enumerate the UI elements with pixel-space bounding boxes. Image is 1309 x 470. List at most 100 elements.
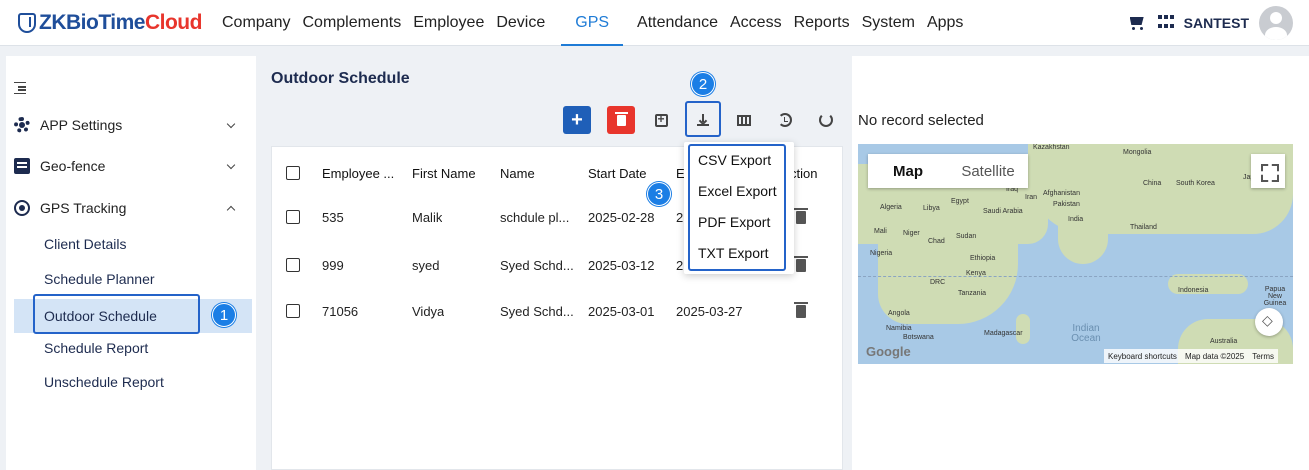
logo-text-main: ZKBioTime — [39, 11, 145, 34]
map-label: Thailand — [1130, 224, 1157, 231]
row-checkbox[interactable] — [286, 304, 300, 318]
cell-employee: 71056 — [322, 303, 359, 319]
select-all-checkbox[interactable] — [286, 166, 300, 180]
top-bar: ZKBioTime Cloud Company Complements Emplo… — [0, 0, 1309, 46]
nav-device[interactable]: Device — [490, 0, 551, 46]
add-box-icon — [654, 112, 668, 127]
map-label: Kazakhstan — [1033, 144, 1070, 151]
cell-first-name: Vidya — [412, 303, 445, 319]
sidebar-menu-app-settings[interactable]: APP Settings — [14, 110, 248, 140]
map-label: South Korea — [1176, 180, 1215, 187]
sidebar-item-client-details[interactable]: Client Details — [44, 232, 126, 256]
map-label: Kenya — [966, 270, 986, 277]
collapse-menu-icon[interactable] — [14, 82, 26, 94]
logo-text-cloud: Cloud — [144, 11, 202, 34]
cell-start-date: 2025-03-12 — [588, 257, 655, 273]
sidebar-menu-geo-fence[interactable]: Geo-fence — [14, 151, 248, 181]
detail-panel: No record selected Kazakhstan Mongolia C… — [852, 56, 1309, 470]
map-label: Sudan — [956, 233, 977, 240]
fullscreen-button[interactable] — [1251, 154, 1285, 188]
refresh-button[interactable] — [812, 106, 840, 134]
step-badge-2: 2 — [691, 72, 715, 96]
map-tab-satellite[interactable]: Satellite — [948, 154, 1028, 188]
google-logo: Google — [866, 344, 911, 359]
cart-icon[interactable] — [1128, 15, 1148, 31]
page-title: Outdoor Schedule — [271, 70, 410, 87]
step-badge-3: 3 — [647, 182, 671, 206]
add-button[interactable]: + — [563, 106, 591, 134]
column-header[interactable]: First Name — [412, 166, 476, 181]
delete-row-icon[interactable] — [794, 301, 808, 318]
delete-row-icon[interactable] — [794, 207, 808, 224]
map-label: Libya — [923, 205, 940, 212]
columns-button[interactable] — [730, 106, 758, 134]
map-label: Indian Ocean — [1071, 323, 1101, 344]
cell-end-date: 2025-03-27 — [676, 303, 743, 319]
menu-label: GPS Tracking — [40, 200, 127, 216]
map-label: Australia — [1210, 338, 1238, 345]
equator-line — [858, 276, 1293, 277]
sidebar-item-schedule-report[interactable]: Schedule Report — [44, 336, 148, 360]
chevron-up-icon — [226, 205, 236, 215]
sidebar-item-schedule-planner[interactable]: Schedule Planner — [44, 267, 155, 291]
refresh-icon — [819, 113, 833, 127]
map-view[interactable]: Kazakhstan Mongolia China South Korea Ja… — [858, 144, 1293, 364]
sidebar: APP Settings Geo-fence GPS Tracking Clie… — [6, 56, 256, 470]
nav-gps[interactable]: GPS — [561, 0, 623, 46]
map-tab-map[interactable]: Map — [868, 154, 948, 188]
map-label: Tanzania — [958, 290, 987, 297]
nav-attendance[interactable]: Attendance — [631, 0, 724, 46]
map-label: India — [1068, 216, 1084, 223]
sidebar-item-unschedule-report[interactable]: Unschedule Report — [44, 370, 164, 394]
cell-name: Syed Schd... — [500, 303, 574, 319]
cell-employee: 535 — [322, 209, 344, 225]
menu-label: APP Settings — [40, 117, 123, 133]
row-checkbox[interactable] — [286, 258, 300, 272]
map-label: Egypt — [951, 198, 969, 205]
logo[interactable]: ZKBioTime Cloud — [18, 10, 202, 36]
delete-row-icon[interactable] — [794, 255, 808, 272]
map-label: Saudi Arabia — [983, 208, 1023, 215]
cell-first-name: Malik — [412, 209, 443, 225]
nav-access[interactable]: Access — [724, 0, 788, 46]
add-box-button[interactable] — [647, 106, 675, 134]
map-label: DRC — [930, 279, 946, 286]
column-header[interactable]: Start Date — [588, 166, 647, 181]
step-badge-1: 1 — [212, 303, 236, 327]
map-label: Mongolia — [1123, 149, 1152, 156]
tenant-name[interactable]: SANTEST — [1184, 15, 1249, 31]
chevron-down-icon — [226, 160, 236, 170]
cell-start-date: 2025-03-01 — [588, 303, 655, 319]
nav-complements[interactable]: Complements — [296, 0, 407, 46]
nav-employee[interactable]: Employee — [407, 0, 490, 46]
row-checkbox[interactable] — [286, 210, 300, 224]
main-nav: Company Complements Employee Device GPS … — [216, 0, 969, 46]
gear-icon — [14, 117, 30, 133]
nav-apps[interactable]: Apps — [921, 0, 969, 46]
avatar[interactable] — [1259, 6, 1293, 40]
nav-company[interactable]: Company — [216, 0, 296, 46]
columns-icon — [737, 114, 751, 126]
top-right-tools: SANTEST — [1128, 0, 1293, 46]
nav-system[interactable]: System — [856, 0, 921, 46]
history-icon — [778, 113, 792, 127]
history-button[interactable] — [771, 106, 799, 134]
map-data-text: Map data ©2025 — [1184, 351, 1245, 361]
map-attribution: Keyboard shortcuts Map data ©2025 Terms — [1104, 349, 1278, 363]
map-label: Afghanistan — [1043, 190, 1080, 197]
delete-button[interactable] — [607, 106, 635, 134]
trash-icon — [614, 111, 628, 126]
building-icon — [1157, 15, 1174, 31]
table-row[interactable]: 71056 Vidya Syed Schd... 2025-03-01 2025… — [272, 293, 842, 329]
keyboard-shortcuts-link[interactable]: Keyboard shortcuts — [1108, 352, 1177, 361]
map-label: Iran — [1025, 194, 1038, 201]
column-header[interactable]: Employee ... — [322, 166, 398, 181]
cell-start-date: 2025-02-28 — [588, 209, 655, 225]
column-header[interactable]: ction — [790, 166, 817, 181]
map-pan-button[interactable] — [1255, 308, 1283, 336]
sidebar-menu-gps-tracking[interactable]: GPS Tracking — [14, 193, 248, 223]
nav-reports[interactable]: Reports — [788, 0, 856, 46]
map-label: Ethiopia — [970, 255, 996, 262]
terms-link[interactable]: Terms — [1252, 352, 1274, 361]
column-header[interactable]: Name — [500, 166, 535, 181]
